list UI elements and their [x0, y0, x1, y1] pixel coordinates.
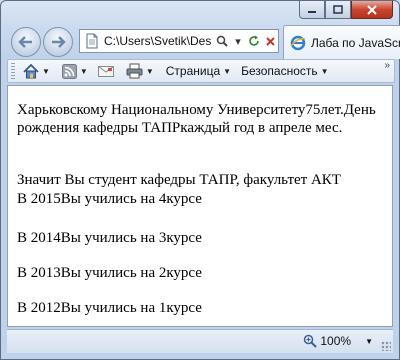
- safety-menu-caret-icon: ▼: [320, 66, 329, 76]
- rss-feed-icon: [61, 63, 77, 79]
- minimize-icon: [308, 10, 316, 13]
- zoom-control[interactable]: 100% ▼: [303, 334, 373, 348]
- address-text[interactable]: C:\Users\Svetik\Des: [104, 34, 214, 48]
- refresh-icon[interactable]: [246, 30, 262, 52]
- tab-active[interactable]: Лаба по JavaScr: [283, 25, 400, 59]
- zoom-level[interactable]: 100%: [320, 334, 351, 348]
- ie-icon: [290, 35, 306, 50]
- command-bar: ▼ ▼ ▼ Страница ▼ Безопасность ▼ »: [7, 59, 395, 83]
- safety-menu-label[interactable]: Безопасность: [241, 64, 318, 78]
- paragraph-university: Харьковскому Национальному Университету7…: [17, 102, 376, 136]
- address-bar[interactable]: C:\Users\Svetik\Des ▾: [79, 29, 279, 53]
- safety-menu[interactable]: Безопасность ▼: [239, 60, 330, 82]
- feeds-button[interactable]: ▼: [60, 60, 90, 82]
- maximize-button[interactable]: [325, 1, 351, 19]
- stop-icon[interactable]: [262, 30, 278, 52]
- paragraph-student-line: Значит Вы студент кафедры ТАПР, факульте…: [17, 172, 341, 188]
- dropdown-caret-icon[interactable]: ▾: [230, 30, 246, 52]
- overflow-chevron-icon[interactable]: »: [384, 60, 390, 71]
- paragraph-2012: В 2012Вы учились на 1курсе: [17, 300, 202, 316]
- print-dropdown-icon[interactable]: ▼: [146, 67, 154, 76]
- page-menu-label[interactable]: Страница: [166, 64, 220, 78]
- paragraph-2014: В 2014Вы учились на 3курсе: [17, 230, 202, 246]
- window-controls: [299, 1, 393, 19]
- home-button[interactable]: ▼: [21, 60, 52, 82]
- tab-title: Лаба по JavaScr: [311, 35, 400, 50]
- page-menu-caret-icon: ▼: [223, 66, 232, 76]
- paragraph-2013: В 2013Вы учились на 2курсе: [17, 265, 202, 281]
- mail-button[interactable]: [96, 60, 116, 82]
- toolbar-grip[interactable]: [11, 63, 15, 79]
- search-icon[interactable]: [214, 30, 230, 52]
- minimize-button[interactable]: [299, 1, 325, 19]
- zoom-magnifier-icon: [304, 334, 318, 348]
- page-icon: [86, 33, 98, 49]
- navigation-bar: C:\Users\Svetik\Des ▾ Лаба по JavaScr: [7, 23, 400, 59]
- feeds-dropdown-icon[interactable]: ▼: [80, 67, 88, 76]
- zoom-caret-icon[interactable]: ▼: [365, 337, 373, 346]
- browser-window: C:\Users\Svetik\Des ▾ Лаба по JavaScr ▼ …: [0, 0, 400, 360]
- printer-icon: [126, 63, 143, 79]
- home-icon: [23, 63, 39, 78]
- home-dropdown-icon[interactable]: ▼: [42, 67, 50, 76]
- close-icon: [367, 4, 377, 15]
- forward-arrow-icon: [52, 36, 66, 48]
- paragraph-2015-line: В 2015Вы учились на 4курсе: [17, 191, 202, 207]
- close-button[interactable]: [351, 1, 393, 19]
- forward-button[interactable]: [43, 27, 73, 57]
- page-content: Харьковскому Национальному Университету7…: [7, 85, 393, 327]
- mail-icon: [97, 65, 114, 77]
- page-menu[interactable]: Страница ▼: [164, 60, 233, 82]
- maximize-icon: [333, 4, 343, 14]
- status-bar: 100% ▼: [7, 329, 393, 353]
- back-button[interactable]: [11, 27, 41, 57]
- print-button[interactable]: ▼: [124, 60, 156, 82]
- resize-grip[interactable]: [381, 341, 391, 351]
- back-arrow-icon: [18, 36, 32, 48]
